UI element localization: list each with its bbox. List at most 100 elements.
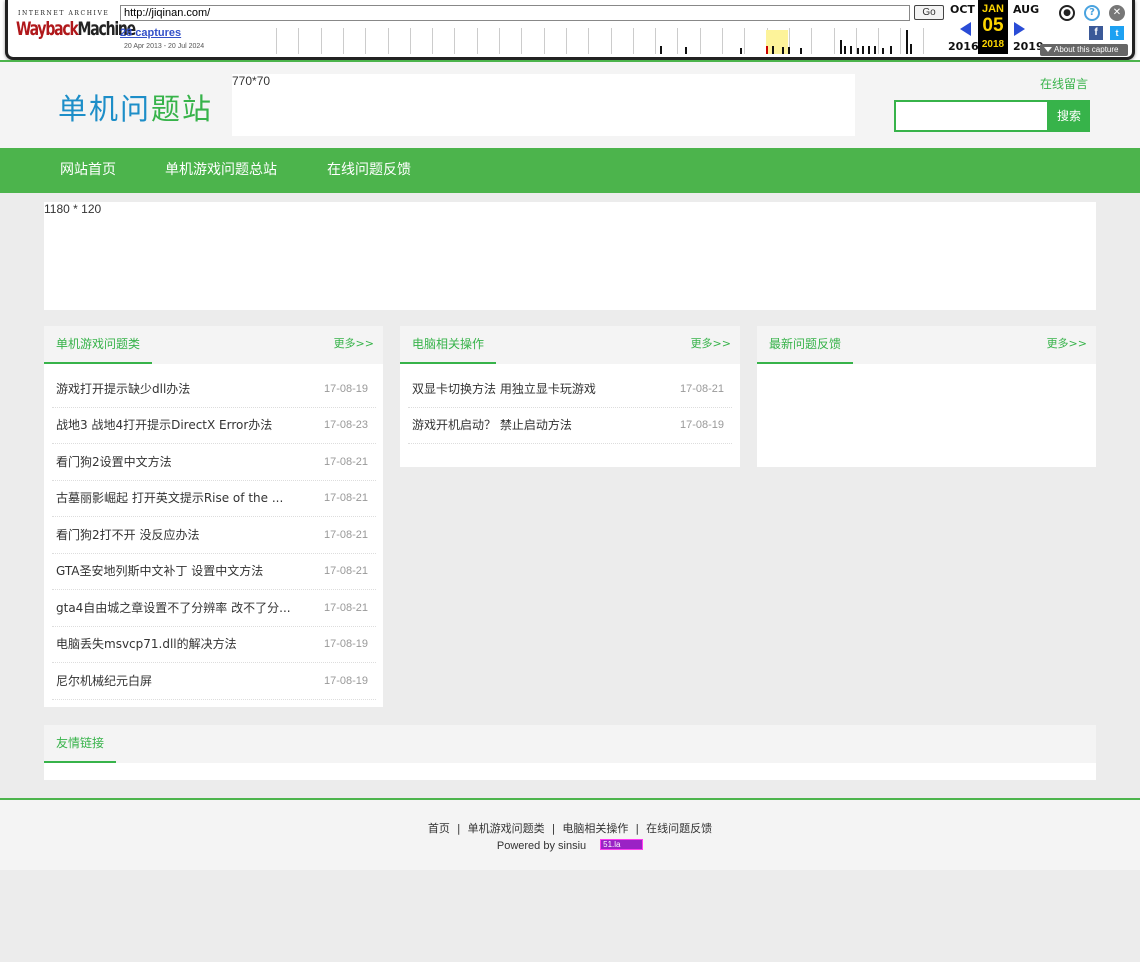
- sparkline-year-column[interactable]: [632, 28, 655, 54]
- list-item[interactable]: 战地3 战地4打开提示DirectX Error办法 17-08-23: [52, 407, 376, 444]
- sparkline-year-column[interactable]: [476, 28, 499, 54]
- list-item[interactable]: GTA圣安地列斯中文补丁 设置中文方法 17-08-21: [52, 553, 376, 590]
- nav-home[interactable]: 网站首页: [60, 148, 116, 193]
- sparkline-year-column[interactable]: [811, 28, 833, 54]
- sparkline-bar: [660, 46, 662, 54]
- panel-title[interactable]: 单机游戏问题类: [44, 326, 153, 364]
- wayback-toolbar: INTERNET ARCHIVE WaybackMachine http://j…: [0, 0, 1140, 62]
- sparkline-bar: [862, 46, 864, 54]
- about-capture-button[interactable]: About this capture: [1040, 44, 1128, 56]
- sparkline-year-column[interactable]: [565, 28, 588, 54]
- wayback-go-button[interactable]: Go: [914, 5, 944, 20]
- item-title[interactable]: 看门狗2打不开 没反应办法: [56, 517, 199, 553]
- twitter-icon[interactable]: t: [1110, 26, 1124, 40]
- wayback-captures-link[interactable]: 28 captures: [120, 27, 181, 39]
- sparkline-year-column[interactable]: [744, 28, 766, 54]
- user-icon[interactable]: ●: [1059, 5, 1075, 21]
- sparkline-bar: [800, 48, 802, 54]
- sparkline-year-column[interactable]: [320, 28, 343, 54]
- item-title[interactable]: GTA圣安地列斯中文补丁 设置中文方法: [56, 553, 263, 589]
- sparkline-year-column[interactable]: [276, 28, 298, 54]
- footer-link-home[interactable]: 首页: [428, 822, 450, 835]
- help-icon[interactable]: ?: [1084, 5, 1100, 21]
- item-title[interactable]: 古墓丽影崛起 打开英文提示Rise of the ...: [56, 480, 283, 516]
- sparkline-year-column[interactable]: [409, 28, 432, 54]
- panel-header: 单机游戏问题类 更多>>: [44, 326, 383, 364]
- nav-game-questions[interactable]: 单机游戏问题总站: [165, 148, 277, 193]
- sparkline-year-column[interactable]: [922, 28, 945, 54]
- stats-badge[interactable]: 51.la: [600, 838, 644, 850]
- sparkline-year-column[interactable]: [677, 28, 699, 54]
- wayback-url-input[interactable]: http://jiqinan.com/: [120, 5, 910, 21]
- list-item[interactable]: 看门狗2打不开 没反应办法 17-08-21: [52, 517, 376, 554]
- item-date: 17-08-19: [323, 675, 368, 687]
- online-message-link[interactable]: 在线留言: [1040, 75, 1088, 92]
- footer-link-game-questions[interactable]: 单机游戏问题类: [468, 822, 545, 835]
- main-nav: 网站首页 单机游戏问题总站 在线问题反馈: [0, 148, 1140, 193]
- site-logo-part2: 题站: [151, 92, 214, 126]
- item-date: 17-08-21: [323, 529, 368, 541]
- list-item[interactable]: 游戏开机启动？ 禁止启动方法 17-08-19: [408, 407, 732, 444]
- item-title[interactable]: 战地3 战地4打开提示DirectX Error办法: [56, 407, 272, 443]
- footer-links: 首页 | 单机游戏问题类 | 电脑相关操作 | 在线问题反馈: [0, 820, 1140, 836]
- item-title[interactable]: gta4自由城之章设置不了分辨率 改不了分...: [56, 590, 291, 626]
- more-link[interactable]: 更多>>: [691, 326, 731, 362]
- nav-feedback[interactable]: 在线问题反馈: [327, 148, 411, 193]
- item-title[interactable]: 看门狗2设置中文方法: [56, 444, 172, 480]
- sparkline-bar: [868, 46, 870, 54]
- sparkline-year-column[interactable]: [521, 28, 543, 54]
- footer-link-feedback[interactable]: 在线问题反馈: [646, 822, 712, 835]
- facebook-icon[interactable]: f: [1089, 26, 1103, 40]
- item-title[interactable]: 尼尔机械纪元白屏: [56, 663, 152, 699]
- list-item[interactable]: gta4自由城之章设置不了分辨率 改不了分... 17-08-21: [52, 590, 376, 627]
- sparkline-year-column[interactable]: [454, 28, 476, 54]
- footer-separator: |: [635, 822, 640, 835]
- sparkline-year-column[interactable]: [298, 28, 320, 54]
- sparkline-year-column[interactable]: [655, 28, 677, 54]
- sparkline-year-column[interactable]: [365, 28, 387, 54]
- wayback-sparkline[interactable]: [276, 28, 944, 54]
- wayback-prev-year[interactable]: 2016: [948, 40, 979, 53]
- panel-header: 友情链接: [44, 725, 1096, 763]
- list-item[interactable]: 游戏打开提示缺少dll办法 17-08-19: [52, 371, 376, 408]
- item-title[interactable]: 游戏打开提示缺少dll办法: [56, 371, 190, 407]
- search-input[interactable]: [894, 100, 1049, 132]
- more-link[interactable]: 更多>>: [1047, 326, 1087, 362]
- sparkline-year-column[interactable]: [610, 28, 633, 54]
- sparkline-year-column[interactable]: [342, 28, 365, 54]
- panel-title[interactable]: 最新问题反馈: [757, 326, 854, 364]
- sparkline-year-column[interactable]: [432, 28, 454, 54]
- item-date: 17-08-21: [323, 456, 368, 468]
- list-item[interactable]: 古墓丽影崛起 打开英文提示Rise of the ... 17-08-21: [52, 480, 376, 517]
- sparkline-year-column[interactable]: [499, 28, 521, 54]
- list-item[interactable]: 电脑丢失msvcp71.dll的解决方法 17-08-19: [52, 626, 376, 663]
- sparkline-year-column[interactable]: [543, 28, 566, 54]
- sparkline-bar: [840, 40, 842, 54]
- panel-title[interactable]: 电脑相关操作: [400, 326, 497, 364]
- wayback-current-date: JAN 05 2018: [978, 0, 1008, 54]
- wayback-logo-top: INTERNET ARCHIVE: [18, 10, 110, 17]
- footer-link-computer-operations[interactable]: 电脑相关操作: [562, 822, 628, 835]
- wayback-current-year: 2018: [981, 39, 1005, 50]
- list-item[interactable]: 尼尔机械纪元白屏 17-08-19: [52, 663, 376, 700]
- list-item[interactable]: 看门狗2设置中文方法 17-08-21: [52, 444, 376, 481]
- sparkline-year-column[interactable]: [699, 28, 722, 54]
- wayback-logo[interactable]: INTERNET ARCHIVE WaybackMachine: [16, 8, 136, 48]
- list-item[interactable]: 双显卡切换方法 用独立显卡玩游戏 17-08-21: [408, 371, 732, 408]
- sparkline-year-column[interactable]: [588, 28, 610, 54]
- item-title[interactable]: 游戏开机启动？ 禁止启动方法: [412, 407, 572, 443]
- next-arrow-icon[interactable]: [1014, 22, 1025, 36]
- sparkline-year-column[interactable]: [387, 28, 410, 54]
- sparkline-bar: [782, 47, 784, 54]
- item-title[interactable]: 电脑丢失msvcp71.dll的解决方法: [56, 626, 237, 662]
- site-logo[interactable]: 单机问题站: [58, 86, 213, 128]
- search-button[interactable]: 搜索: [1048, 100, 1090, 132]
- prev-arrow-icon[interactable]: [960, 22, 971, 36]
- sparkline-bar: [890, 46, 892, 54]
- more-link[interactable]: 更多>>: [334, 326, 374, 362]
- wayback-next-month[interactable]: AUG: [1013, 3, 1039, 16]
- item-title[interactable]: 双显卡切换方法 用独立显卡玩游戏: [412, 371, 596, 407]
- wayback-capture-range: 20 Apr 2013 - 20 Jul 2024: [124, 43, 205, 50]
- wayback-prev-month[interactable]: OCT: [950, 3, 975, 16]
- close-icon[interactable]: ✕: [1109, 5, 1125, 21]
